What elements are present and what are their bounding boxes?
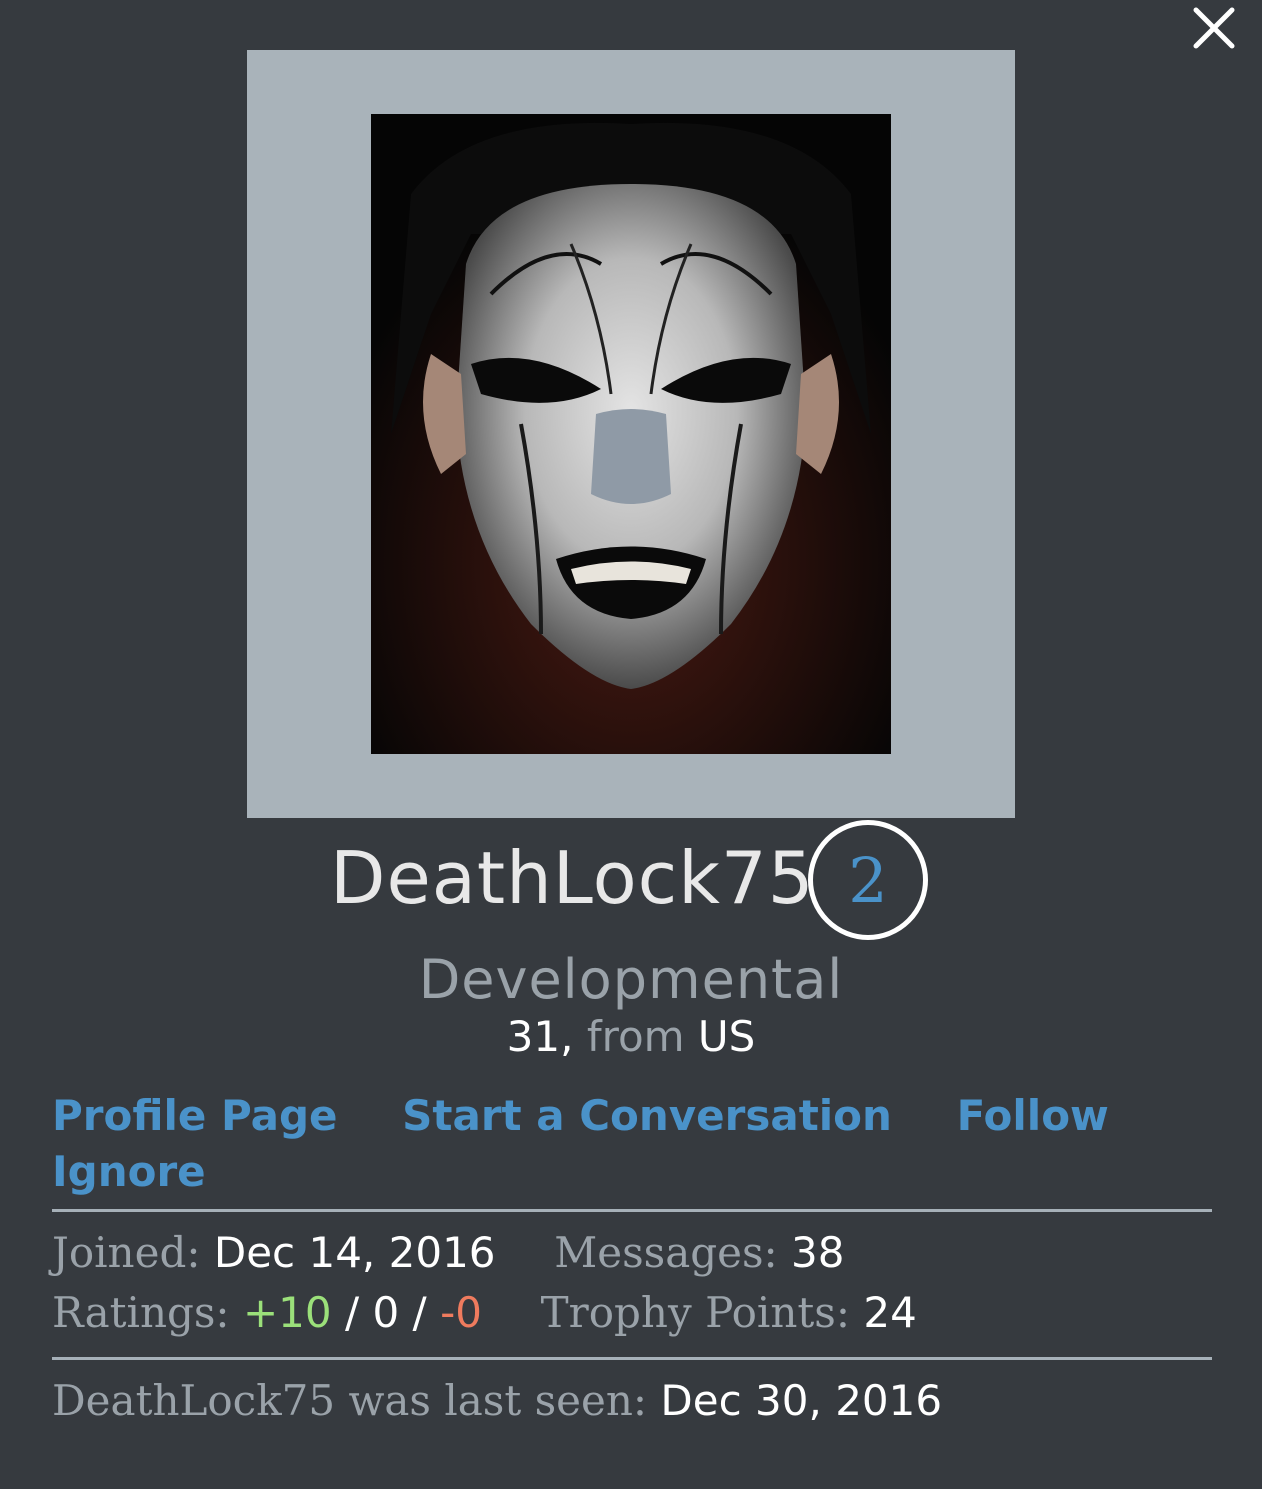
- user-location: US: [697, 1012, 756, 1061]
- ratings-negative: -0: [440, 1288, 482, 1337]
- from-label: from: [586, 1012, 685, 1061]
- user-rank: Developmental: [418, 948, 844, 1011]
- avatar-frame: [247, 50, 1015, 818]
- start-conversation-link[interactable]: Start a Conversation: [402, 1091, 892, 1140]
- trophy-points-value[interactable]: 24: [863, 1288, 916, 1337]
- messages-label: Messages:: [554, 1228, 778, 1277]
- follow-link[interactable]: Follow: [957, 1091, 1109, 1140]
- last-seen-value: Dec 30, 2016: [660, 1376, 943, 1425]
- user-info: 31, from US: [0, 1012, 1262, 1061]
- stats-row-1: Joined: Dec 14, 2016 Messages: 38: [52, 1228, 845, 1277]
- last-seen-label: DeathLock75 was last seen:: [52, 1376, 648, 1425]
- user-header: DeathLock75 2: [0, 820, 1262, 945]
- avatar-face-image: [371, 114, 891, 754]
- ratings-neutral: 0: [372, 1288, 400, 1337]
- ratings-separator: /: [344, 1288, 360, 1337]
- badge-count[interactable]: 2: [808, 820, 928, 940]
- close-icon[interactable]: [1190, 4, 1238, 52]
- username: DeathLock75: [330, 836, 815, 920]
- joined-value: Dec 14, 2016: [213, 1228, 496, 1277]
- stats-row-2: Ratings: +10 / 0 / -0 Trophy Points: 24: [52, 1288, 917, 1337]
- ignore-link[interactable]: Ignore: [52, 1147, 206, 1196]
- messages-value[interactable]: 38: [791, 1228, 844, 1277]
- profile-page-link[interactable]: Profile Page: [52, 1091, 338, 1140]
- divider: [52, 1209, 1212, 1212]
- profile-actions: Profile Page Start a Conversation Follow…: [52, 1088, 1212, 1200]
- divider: [52, 1357, 1212, 1360]
- last-seen: DeathLock75 was last seen: Dec 30, 2016: [52, 1376, 942, 1425]
- ratings-label: Ratings:: [52, 1288, 230, 1337]
- trophy-points-label: Trophy Points:: [540, 1288, 850, 1337]
- ratings-separator: /: [412, 1288, 427, 1337]
- ratings-positive: +10: [242, 1288, 332, 1337]
- user-age: 31,: [506, 1012, 574, 1061]
- avatar[interactable]: [371, 114, 891, 754]
- joined-label: Joined:: [52, 1228, 201, 1277]
